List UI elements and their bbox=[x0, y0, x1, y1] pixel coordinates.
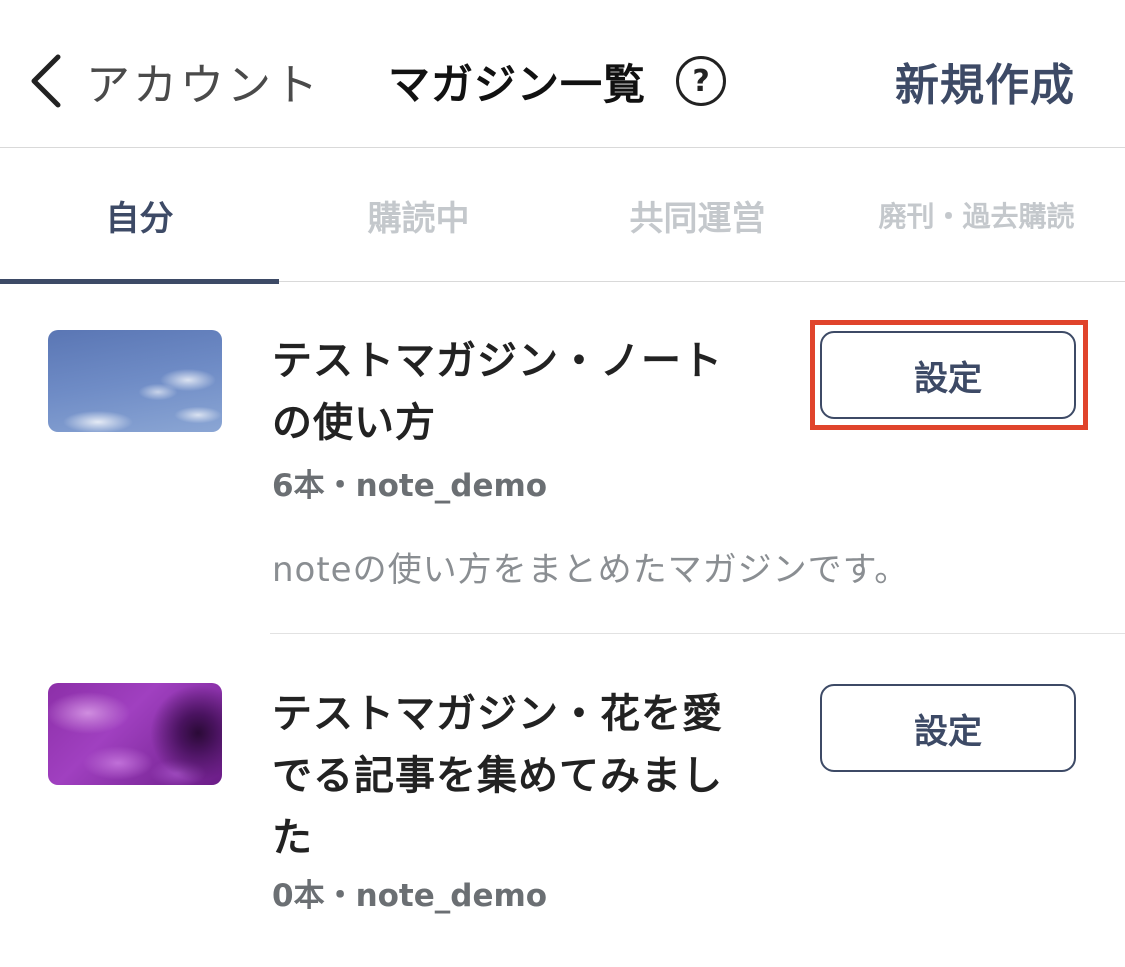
tab-subscribing[interactable]: 購読中 bbox=[279, 148, 558, 282]
magazine-description: noteの使い方をまとめたマガジンです。 bbox=[272, 550, 910, 590]
title-area: マガジン一覧 ? bbox=[388, 46, 727, 116]
navigation-bar: アカウント マガジン一覧 ? 新規作成 bbox=[0, 0, 1125, 148]
chevron-left-icon bbox=[31, 54, 61, 108]
highlight-box bbox=[810, 320, 1088, 430]
tab-discontinued[interactable]: 廃刊・過去購読 bbox=[837, 148, 1116, 282]
page-title: マガジン一覧 bbox=[388, 59, 647, 109]
back-label: アカウント bbox=[86, 60, 321, 111]
magazine-meta: 0本・note_demo bbox=[272, 878, 548, 914]
magazine-title: テストマガジン・ノート の使い方 bbox=[272, 330, 772, 454]
magazine-title-line: テストマガジン・花を愛 bbox=[272, 691, 723, 737]
magazine-thumbnail bbox=[48, 330, 222, 432]
magazine-thumbnail bbox=[48, 683, 222, 785]
tab-co-managed[interactable]: 共同運営 bbox=[558, 148, 837, 282]
settings-button[interactable]: 設定 bbox=[820, 684, 1076, 772]
tab-mine[interactable]: 自分 bbox=[0, 148, 279, 284]
magazine-title: テストマガジン・花を愛 でる記事を集めてみまし た bbox=[272, 683, 772, 869]
divider bbox=[270, 633, 1125, 634]
tab-bar: 自分 購読中 共同運営 廃刊・過去購読 bbox=[0, 148, 1125, 284]
new-magazine-button[interactable]: 新規作成 bbox=[895, 46, 1075, 116]
magazine-title-line: の使い方 bbox=[272, 400, 436, 446]
magazine-meta: 6本・note_demo bbox=[272, 468, 548, 504]
magazine-title-line: た bbox=[272, 815, 313, 861]
help-icon[interactable]: ? bbox=[676, 56, 727, 106]
magazine-title-line: テストマガジン・ノート bbox=[272, 338, 723, 384]
back-button[interactable]: アカウント bbox=[24, 46, 321, 116]
magazine-title-line: でる記事を集めてみまし bbox=[272, 753, 723, 799]
